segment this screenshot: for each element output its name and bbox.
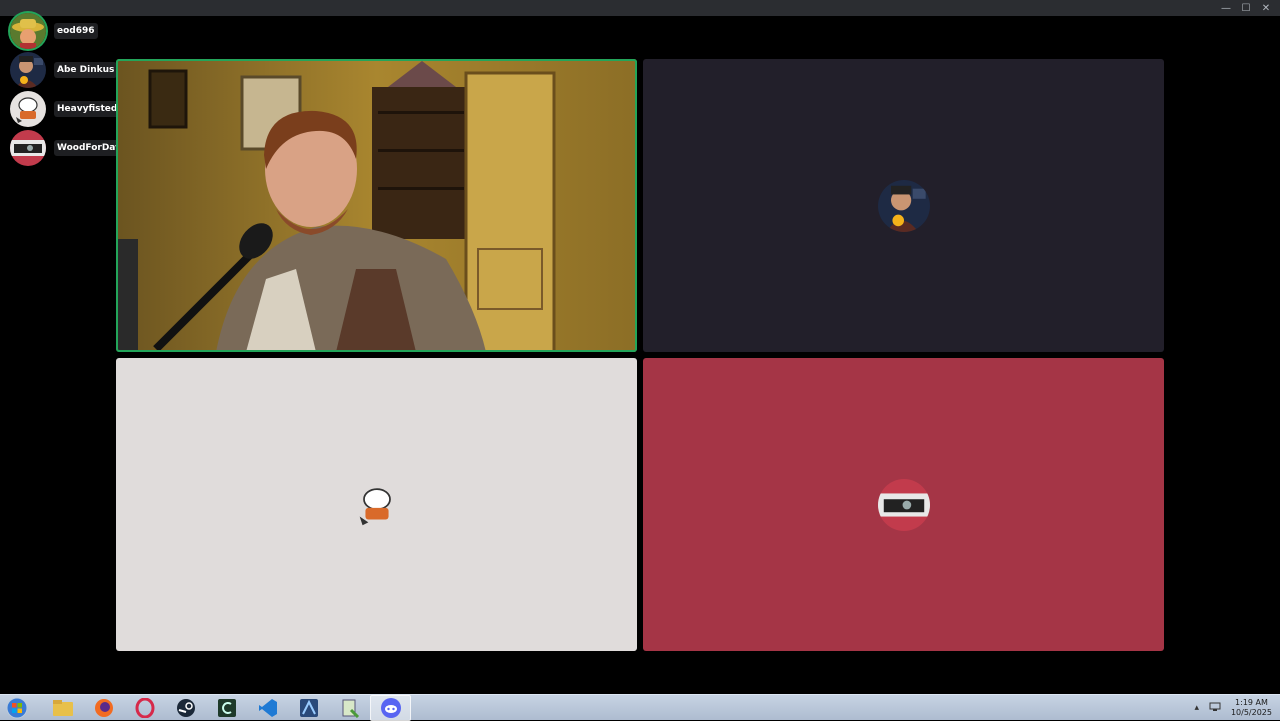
- minimize-button[interactable]: —: [1216, 0, 1236, 16]
- steam-icon[interactable]: [165, 695, 206, 721]
- app-blue-icon[interactable]: [288, 695, 329, 721]
- participant-name: eod696: [54, 23, 98, 39]
- car-driver-avatar: [878, 479, 930, 531]
- car-driver-avatar: [10, 130, 46, 166]
- notepad-icon[interactable]: [329, 695, 370, 721]
- firefox-icon[interactable]: [83, 695, 124, 721]
- video-tile-eod696[interactable]: [116, 59, 637, 352]
- hat-cowboy-avatar: [10, 13, 46, 49]
- participant-woodfordays[interactable]: WoodForDays: [10, 128, 129, 167]
- video-tile-woodfordays[interactable]: [643, 358, 1164, 651]
- taskbar-apps: [42, 695, 411, 721]
- maximize-button[interactable]: ☐: [1236, 0, 1256, 16]
- camera-feed: [116, 59, 637, 352]
- video-tile-heavyfisted[interactable]: [116, 358, 637, 651]
- close-button[interactable]: ✕: [1256, 0, 1276, 16]
- folder-icon[interactable]: [42, 695, 83, 721]
- start-button[interactable]: [4, 696, 30, 720]
- window-titlebar: — ☐ ✕: [0, 0, 1280, 16]
- clock-date: 10/5/2025: [1231, 708, 1272, 718]
- tray-overflow-icon[interactable]: ▴: [1194, 703, 1199, 713]
- video-tile-abe-dinkus[interactable]: [643, 59, 1164, 352]
- network-icon[interactable]: [1209, 702, 1221, 715]
- clock-time: 1:19 AM: [1231, 698, 1272, 708]
- participant-eod696[interactable]: eod696: [10, 11, 129, 50]
- abe-talk-avatar: [878, 180, 930, 232]
- windows-logo-icon: [6, 697, 28, 719]
- participant-abe-dinkus[interactable]: Abe Dinkus: [10, 50, 129, 89]
- participant-heavyfisted[interactable]: Heavyfisted: [10, 89, 129, 128]
- sketch-character-avatar: [351, 479, 403, 531]
- system-tray: ▴ 1:19 AM 10/5/2025: [1194, 695, 1272, 721]
- app-c-icon[interactable]: [206, 695, 247, 721]
- discord-icon[interactable]: [370, 695, 411, 721]
- taskbar: ▴ 1:19 AM 10/5/2025: [0, 694, 1280, 720]
- participant-name: Abe Dinkus: [54, 62, 117, 78]
- opera-icon[interactable]: [124, 695, 165, 721]
- vscode-icon[interactable]: [247, 695, 288, 721]
- taskbar-clock[interactable]: 1:19 AM 10/5/2025: [1231, 698, 1272, 718]
- participant-name: Heavyfisted: [54, 101, 120, 117]
- window-controls: — ☐ ✕: [1216, 0, 1276, 16]
- participant-list: eod696 Abe Dinkus Heavyfisted: [10, 11, 129, 167]
- abe-talk-avatar: [10, 52, 46, 88]
- sketch-character-avatar: [10, 91, 46, 127]
